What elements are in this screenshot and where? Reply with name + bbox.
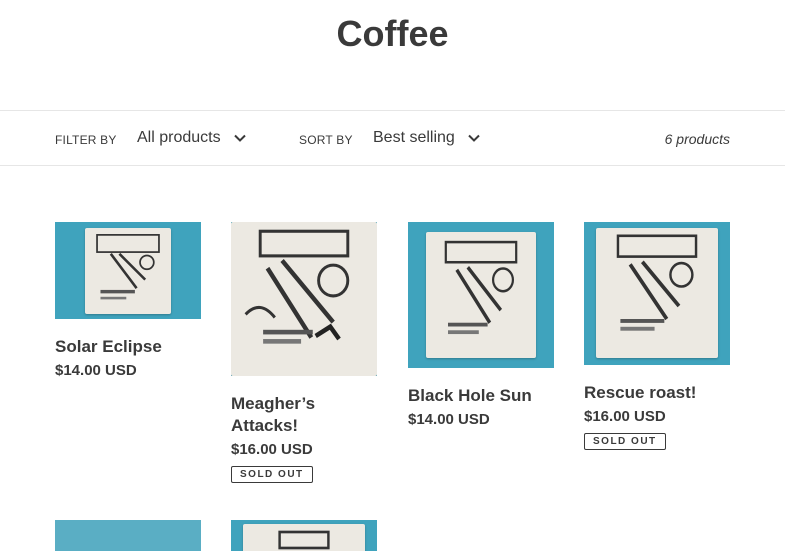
filter-select-value: All products	[137, 129, 221, 146]
coffee-bag-image	[596, 228, 718, 358]
product-price: $14.00 USD	[408, 411, 490, 428]
product-title[interactable]: Rescue roast!	[584, 382, 730, 404]
product-price: $14.00 USD	[55, 362, 137, 379]
sort-by-label: SORT BY	[299, 133, 353, 147]
sold-out-badge: SOLD OUT	[231, 466, 313, 483]
product-image[interactable]	[584, 222, 730, 365]
product-image[interactable]	[55, 222, 201, 319]
sort-select-value: Best selling	[373, 129, 455, 146]
page-title: Coffee	[336, 13, 449, 54]
product-image[interactable]	[408, 222, 554, 368]
product-card[interactable]	[231, 520, 377, 551]
product-card[interactable]: Black Hole Sun $14.00 USD	[408, 222, 554, 428]
product-image[interactable]	[231, 520, 377, 551]
product-price: $16.00 USD	[231, 441, 313, 458]
coffee-bag-image	[243, 524, 365, 551]
product-image[interactable]	[55, 520, 201, 551]
product-count: 6 products	[664, 131, 730, 147]
coffee-bag-image	[85, 228, 171, 314]
filter-by-label: FILTER BY	[55, 133, 117, 147]
chevron-down-icon	[233, 131, 247, 145]
product-card[interactable]	[55, 520, 201, 551]
coffee-bag-image	[426, 232, 536, 358]
chevron-down-icon	[467, 131, 481, 145]
sold-out-badge: SOLD OUT	[584, 433, 666, 450]
product-card[interactable]: Meagher’s Attacks! $16.00 USD SOLD OUT	[231, 222, 377, 483]
filter-bar: FILTER BY All products SORT BY Best sell…	[0, 110, 785, 166]
filter-select[interactable]: All products	[137, 129, 247, 147]
product-title[interactable]: Meagher’s Attacks!	[231, 393, 377, 437]
product-price: $16.00 USD	[584, 408, 666, 425]
product-image[interactable]	[231, 222, 377, 376]
coffee-bag-image	[231, 222, 377, 376]
product-title[interactable]: Solar Eclipse	[55, 336, 201, 358]
product-card[interactable]: Rescue roast! $16.00 USD SOLD OUT	[584, 222, 730, 450]
product-card[interactable]: Solar Eclipse $14.00 USD	[55, 222, 201, 379]
product-title[interactable]: Black Hole Sun	[408, 385, 554, 407]
sort-select[interactable]: Best selling	[373, 129, 481, 147]
